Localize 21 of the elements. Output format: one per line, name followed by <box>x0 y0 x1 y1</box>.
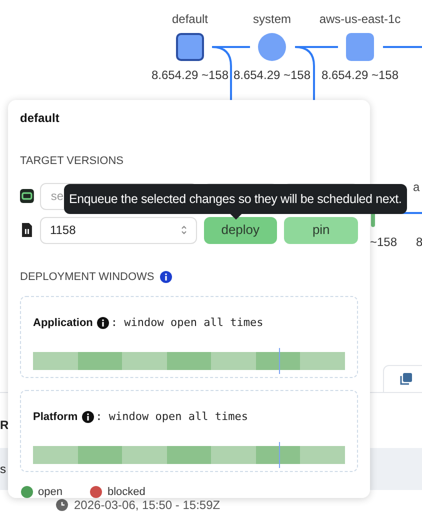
window-status: : window open all times <box>96 408 248 425</box>
timestamp: 2026-03-06, 15:50 - 15:59Z <box>74 499 220 511</box>
node-version: 8.654.29 ~158 <box>321 67 399 84</box>
node-label: default <box>172 11 208 28</box>
window-name: Application <box>33 316 93 331</box>
section-heading: DEPLOYMENT WINDOWS <box>20 270 154 284</box>
popover-title: default <box>20 110 60 127</box>
node-version: ~158 <box>370 234 398 251</box>
row-text: R <box>0 417 9 434</box>
node-version: 8 <box>416 234 422 251</box>
legend-label: open <box>38 485 62 500</box>
node-label: system <box>252 11 291 28</box>
node-label: aws-us-east-1c <box>319 11 401 28</box>
window-status: : window open all times <box>110 314 264 331</box>
section-heading: TARGET VERSIONS <box>20 154 125 169</box>
window-name: Platform <box>33 410 78 425</box>
legend-label: blocked <box>107 485 146 500</box>
row-text: s <box>0 461 6 478</box>
node-label: a <box>413 179 420 196</box>
node-version: 8.654.29 ~158 <box>233 67 311 84</box>
node-version: 8.654.29 ~158 <box>151 67 229 84</box>
